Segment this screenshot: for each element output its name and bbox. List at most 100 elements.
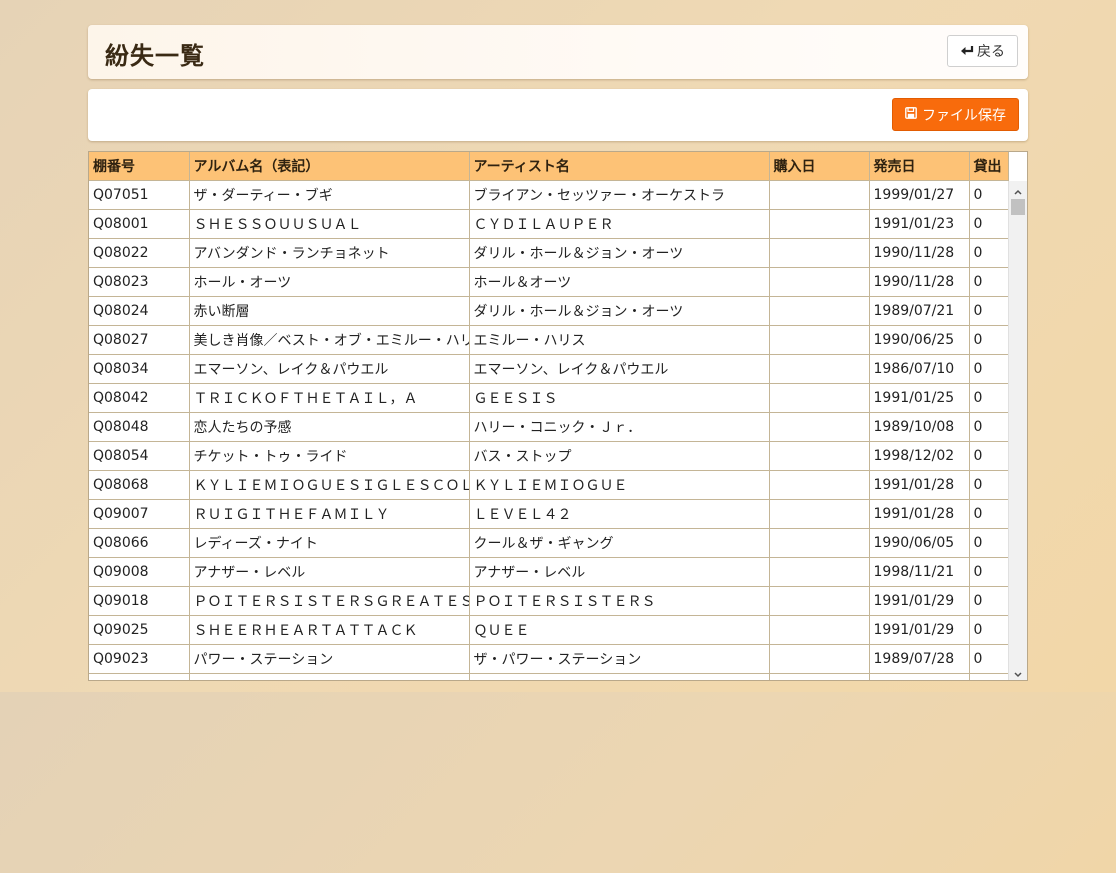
- file-save-button[interactable]: ファイル保存: [892, 98, 1019, 131]
- loan-count-cell: 0: [969, 267, 1010, 297]
- header-panel: 紛失一覧 戻る: [88, 25, 1028, 79]
- purchase-date-cell: [769, 644, 870, 674]
- table-row[interactable]: Q08054 チケット・トゥ・ライド バス・ストップ 1998/12/02 0: [89, 441, 1010, 471]
- artist-name-cell: ＫＹＬＩＥＭＩＯＧＵＥ: [469, 470, 770, 500]
- shelf-number-cell: Q08066: [89, 528, 190, 558]
- lost-items-table: 棚番号 アルバム名（表記） アーティスト名 購入日 発売日 貸出 Q07051 ザ…: [89, 152, 1010, 680]
- chevron-up-icon: [1014, 180, 1022, 199]
- chevron-down-icon: [1014, 663, 1022, 680]
- table-row[interactable]: Q09023 パワー・ステーション ザ・パワー・ステーション 1989/07/28 0: [89, 644, 1010, 674]
- scroll-down-button[interactable]: [1009, 663, 1027, 680]
- artist-name-cell: ブライアン・セッツァー・オーケストラ: [469, 180, 770, 210]
- scroll-thumb[interactable]: [1011, 199, 1025, 215]
- table-row[interactable]: Q08068ＫＹＬＩＥＭＩＯＧＵＥＳＩＧＬＥＳＣＯＬＬＥＣＴＩＯＮＫＹＬＩＥＭＩ…: [89, 470, 1010, 500]
- table-row[interactable]: Q08001 ＳＨＥＳＳＯＵＵＳＵＡＬ ＣＹＤＩＬＡＵＰＥＲ 1991/01/23 0: [89, 209, 1010, 239]
- table-row[interactable]: Q07051 ザ・ダーティー・ブギ ブライアン・セッツァー・オーケストラ 1999/0…: [89, 180, 1010, 210]
- column-header-purchase-date[interactable]: 購入日: [769, 152, 870, 181]
- shelf-number-cell: Q08022: [89, 238, 190, 268]
- release-date-cell: 1989/07/21: [869, 296, 970, 326]
- table-row[interactable]: Q09025 ＳＨＥＥＲＨＥＡＲＴＡＴＴＡＣＫ ＱＵＥＥ 1991/01/29 0: [89, 615, 1010, 645]
- column-header-shelf-number[interactable]: 棚番号: [89, 152, 190, 181]
- artist-name-cell: ＧＥＥＳＩＳ: [469, 383, 770, 413]
- release-date-cell: 1991/01/28: [869, 499, 970, 529]
- album-name-cell: ＳＨＥＳＳＯＵＵＳＵＡＬ: [189, 209, 470, 239]
- release-date-cell: 1990/06/05: [869, 528, 970, 558]
- table-row[interactable]: Q09007 ＲＵＩＧＩＴＨＥＦＡＭＩＬＹ ＬＥＶＥＬ４２ 1991/01/28 0: [89, 499, 1010, 529]
- purchase-date-cell: [769, 586, 870, 616]
- album-name-cell: チケット・トゥ・ライド: [189, 441, 470, 471]
- shelf-number-cell: Q07051: [89, 180, 190, 210]
- loan-count-cell: 0: [969, 325, 1010, 355]
- table-body: Q07051 ザ・ダーティー・ブギ ブライアン・セッツァー・オーケストラ 1999/0…: [89, 180, 1010, 680]
- scroll-up-button[interactable]: [1009, 181, 1027, 198]
- table-row[interactable]: Q08034 エマーソン、レイク＆パウエル エマーソン、レイク＆パウエル 1986/0…: [89, 354, 1010, 384]
- table-row[interactable]: Q08022 アバンダンド・ランチョネット ダリル・ホール＆ジョン・オーツ 1990/…: [89, 238, 1010, 268]
- table-row[interactable]: Q08042 ＴＲＩＣＫＯＦＴＨＥＴＡＩＬ，Ａ ＧＥＥＳＩＳ 1991/01/25 0: [89, 383, 1010, 413]
- purchase-date-cell: [769, 557, 870, 587]
- artist-name-cell: エマーソン、レイク＆パウエル: [469, 354, 770, 384]
- column-header-album-name[interactable]: アルバム名（表記）: [189, 152, 470, 181]
- release-date-cell: 1999/01/27: [869, 180, 970, 210]
- release-date-cell: 1986/07/10: [869, 354, 970, 384]
- artist-name-cell: ＣＹＤＩＬＡＵＰＥＲ: [469, 209, 770, 239]
- table-row[interactable]: Q09008 アナザー・レベル アナザー・レベル 1998/11/21 0: [89, 557, 1010, 587]
- artist-name-cell: エミルー・ハリス: [469, 325, 770, 355]
- file-save-button-label: ファイル保存: [922, 107, 1006, 124]
- loan-count-cell: 0: [969, 615, 1010, 645]
- table-row[interactable]: Q08048 恋人たちの予感 ハリー・コニック・Ｊｒ． 1989/10/08 0: [89, 412, 1010, 442]
- artist-name-cell: ＬＥＶＥＬ４２: [469, 499, 770, 529]
- back-button[interactable]: 戻る: [947, 35, 1018, 67]
- artist-name-cell: [469, 673, 770, 680]
- scroll-corner: [1008, 152, 1027, 181]
- album-name-cell: ＴＲＩＣＫＯＦＴＨＥＴＡＩＬ，Ａ: [189, 383, 470, 413]
- shelf-number-cell: Q08027: [89, 325, 190, 355]
- loan-count-cell: 0: [969, 470, 1010, 500]
- artist-name-cell: ＱＵＥＥ: [469, 615, 770, 645]
- loan-count-cell: 0: [969, 354, 1010, 384]
- toolbar-panel: ファイル保存: [88, 89, 1028, 141]
- album-name-cell: 恋人たちの予感: [189, 412, 470, 442]
- artist-name-cell: ダリル・ホール＆ジョン・オーツ: [469, 296, 770, 326]
- shelf-number-cell: Q08034: [89, 354, 190, 384]
- shelf-number-cell: Q08023: [89, 267, 190, 297]
- table-header-row: 棚番号 アルバム名（表記） アーティスト名 購入日 発売日 貸出: [89, 152, 1010, 181]
- album-name-cell: ＳＨＥＥＲＨＥＡＲＴＡＴＴＡＣＫ: [189, 615, 470, 645]
- table-row[interactable]: Q08024 赤い断層 ダリル・ホール＆ジョン・オーツ 1989/07/21 0: [89, 296, 1010, 326]
- purchase-date-cell: [769, 180, 870, 210]
- purchase-date-cell: [769, 615, 870, 645]
- shelf-number-cell: Q09008: [89, 557, 190, 587]
- column-header-loan-count[interactable]: 貸出: [969, 152, 1010, 181]
- loan-count-cell: 0: [969, 238, 1010, 268]
- artist-name-cell: ＰＯＩＴＥＲＳＩＳＴＥＲＳ: [469, 586, 770, 616]
- back-button-label: 戻る: [977, 44, 1005, 60]
- artist-name-cell: クール＆ザ・ギャング: [469, 528, 770, 558]
- album-name-cell: ＲＵＩＧＩＴＨＥＦＡＭＩＬＹ: [189, 499, 470, 529]
- column-header-release-date[interactable]: 発売日: [869, 152, 970, 181]
- table-row[interactable]: Q08027 美しき肖像／ベスト・オブ・エミルー・ハリス エミルー・ハリス 1990/…: [89, 325, 1010, 355]
- loan-count-cell: 0: [969, 644, 1010, 674]
- return-arrow-icon: [960, 45, 974, 57]
- artist-name-cell: バス・ストップ: [469, 441, 770, 471]
- shelf-number-cell: [89, 673, 190, 680]
- release-date-cell: 1998/11/21: [869, 557, 970, 587]
- table-row[interactable]: Q08066 レディーズ・ナイト クール＆ザ・ギャング 1990/06/05 0: [89, 528, 1010, 558]
- table-row[interactable]: Q09018ＰＯＩＴＥＲＳＩＳＴＥＲＳＧＲＥＡＴＥＳＴＨＩＴＳＰＯＩＴＥＲＳＩＳ…: [89, 586, 1010, 616]
- release-date-cell: 1989/10/08: [869, 412, 970, 442]
- loan-count-cell: 0: [969, 441, 1010, 471]
- column-header-artist-name[interactable]: アーティスト名: [469, 152, 770, 181]
- table-row[interactable]: Q08023 ホール・オーツ ホール＆オーツ 1990/11/28 0: [89, 267, 1010, 297]
- purchase-date-cell: [769, 383, 870, 413]
- loan-count-cell: 0: [969, 412, 1010, 442]
- page-title: 紛失一覧: [105, 42, 205, 70]
- loan-count-cell: 0: [969, 557, 1010, 587]
- shelf-number-cell: Q08001: [89, 209, 190, 239]
- page-background-lower: [0, 692, 1116, 873]
- vertical-scrollbar[interactable]: [1008, 181, 1027, 680]
- album-name-cell: レディーズ・ナイト: [189, 528, 470, 558]
- album-name-cell: ＰＯＩＴＥＲＳＩＳＴＥＲＳＧＲＥＡＴＥＳＴＨＩＴＳ: [189, 586, 470, 616]
- purchase-date-cell: [769, 354, 870, 384]
- floppy-disk-icon: [905, 106, 917, 123]
- shelf-number-cell: Q09023: [89, 644, 190, 674]
- loan-count-cell: 0: [969, 499, 1010, 529]
- table-row[interactable]: [89, 673, 1010, 680]
